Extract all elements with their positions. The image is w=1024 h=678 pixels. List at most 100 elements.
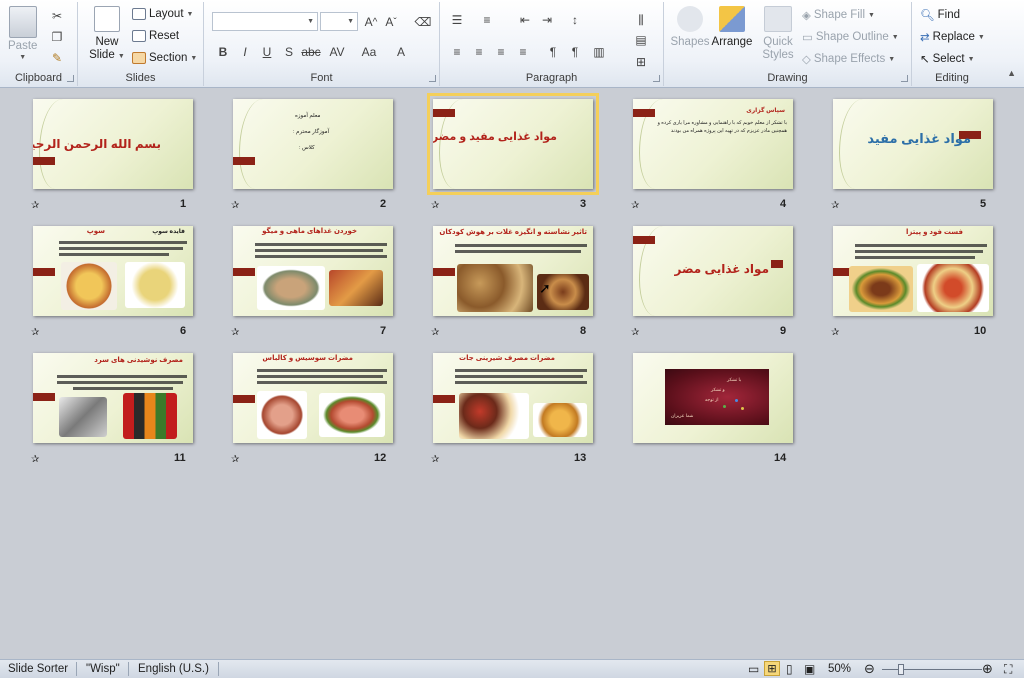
transition-star-icon[interactable]: ✰ (631, 327, 639, 338)
slideshow-view-icon[interactable]: ▣ (804, 662, 815, 676)
slide-thumbnail-4[interactable]: سپاس گزاری با تشکر از معلم خوبم که با را… (633, 99, 793, 189)
columns-icon[interactable]: ▥ (590, 44, 608, 60)
slide-thumbnail-12[interactable]: مضرات سوسیس و کالباس (233, 353, 393, 443)
slide-number: 2 (380, 198, 387, 210)
slide-thumbnail-13[interactable]: مضرات مصرف شیرینی جات (433, 353, 593, 443)
transition-star-icon[interactable]: ✰ (31, 327, 39, 338)
zoom-slider-handle[interactable] (898, 664, 904, 675)
line-spacing-icon[interactable]: ↕ (566, 12, 584, 28)
slide-thumbnail-9[interactable]: مواد غذایی مضر (633, 226, 793, 316)
slide-thumbnail-14[interactable]: با تشکر و تشکر از توجه شما عزیزان (633, 353, 793, 443)
underline-icon[interactable]: U (258, 44, 276, 60)
paste-button[interactable]: Paste ▼ (8, 6, 37, 61)
bold-icon[interactable]: B (214, 44, 232, 60)
zoom-level[interactable]: 50% (828, 663, 851, 675)
slides-group-label: Slides (125, 72, 156, 84)
slide-title: سپاس گزاری (746, 108, 785, 114)
status-separator (218, 662, 219, 676)
shapes-button[interactable]: Shapes (670, 6, 710, 49)
slide-thumbnail-8[interactable]: تاثیر نشاسته و انگیزه غلات بر هوش کودکان… (433, 226, 593, 316)
language[interactable]: English (U.S.) (138, 663, 209, 675)
quick-styles-button[interactable]: Quick Styles (758, 6, 798, 62)
strikethrough-icon[interactable]: abc (301, 44, 320, 60)
section-button[interactable]: Section ▼ (132, 52, 197, 64)
transition-star-icon[interactable]: ✰ (31, 200, 39, 211)
shape-outline-button[interactable]: ▭ Shape Outline ▼ (802, 30, 899, 44)
justify-icon[interactable]: ≡ (514, 44, 532, 60)
font-launcher-icon[interactable] (429, 75, 436, 82)
slide-thumbnail-2[interactable]: معلم آموزه آموزگار محترم : کلاس : (233, 99, 393, 189)
grow-font-icon[interactable]: A ^ (362, 14, 380, 30)
slide-sorter-pane[interactable]: بسم الله الرحمن الرحيم ✰ 1 معلم آموزه آم… (0, 89, 1024, 659)
increase-indent-icon[interactable]: ⇥ (538, 12, 556, 28)
zoom-in-icon[interactable]: ⊕ (982, 661, 993, 677)
transition-star-icon[interactable]: ✰ (431, 327, 439, 338)
slide-thumbnail-7[interactable]: خوردن غذاهای ماهی و میگو (233, 226, 393, 316)
clear-formatting-icon[interactable]: ⌫ (414, 14, 432, 30)
format-painter-icon[interactable]: ✎ (48, 50, 66, 66)
italic-icon[interactable]: I (236, 44, 254, 60)
transition-star-icon[interactable]: ✰ (831, 200, 839, 211)
transition-star-icon[interactable]: ✰ (231, 200, 239, 211)
align-text-icon[interactable]: ▤ (632, 32, 650, 48)
mouse-cursor-icon: ➚ (539, 280, 551, 296)
font-color-icon[interactable]: A (392, 44, 410, 60)
align-left-icon[interactable]: ≡ (448, 44, 466, 60)
drawing-launcher-icon[interactable] (901, 75, 908, 82)
transition-star-icon[interactable]: ✰ (631, 200, 639, 211)
burger-image (849, 266, 913, 312)
cut-icon[interactable]: ✂ (48, 8, 66, 24)
rtl-icon[interactable]: ¶ (544, 44, 562, 60)
smartart-icon[interactable]: ⊞ (632, 54, 650, 70)
slide-thumbnail-1[interactable]: بسم الله الرحمن الرحيم (33, 99, 193, 189)
shape-effects-button[interactable]: ◇ Shape Effects ▼ (802, 52, 895, 66)
shrink-font-icon[interactable]: Aˇ (382, 14, 400, 30)
character-spacing-icon[interactable]: AV (328, 44, 346, 60)
slide-text-line (855, 256, 975, 259)
slide-thumbnail-6[interactable]: سوپ فایده سوپ (33, 226, 193, 316)
align-right-icon[interactable]: ≡ (492, 44, 510, 60)
change-case-icon[interactable]: Aa (360, 44, 378, 60)
transition-star-icon[interactable]: ✰ (31, 454, 39, 465)
bullets-icon[interactable]: ☰ (448, 12, 466, 28)
zoom-out-icon[interactable]: ⊖ (864, 661, 875, 677)
slide-sorter-view-icon[interactable]: ⊞ (764, 661, 780, 676)
fit-to-window-icon[interactable]: ⛶ (1004, 662, 1012, 677)
ribbon: Paste ▼ ✂ ❐ ✎ Clipboard New Slide ▼ Layou… (0, 0, 1024, 88)
reading-view-icon[interactable]: ▯ (786, 662, 793, 676)
slide-thumbnail-5[interactable]: مواد غذایی مفید (833, 99, 993, 189)
zoom-slider-track[interactable] (882, 669, 982, 670)
shape-fill-button[interactable]: ◈ Shape Fill ▼ (802, 8, 875, 22)
arrange-button[interactable]: Arrange (710, 6, 754, 49)
find-button[interactable]: 🔍︎ Find (920, 8, 960, 22)
reset-button[interactable]: Reset (132, 30, 179, 42)
numbering-icon[interactable]: ≡ (478, 12, 496, 28)
transition-star-icon[interactable]: ✰ (831, 327, 839, 338)
ltr-icon[interactable]: ¶ (566, 44, 584, 60)
transition-star-icon[interactable]: ✰ (231, 454, 239, 465)
slide-text-line (59, 247, 183, 250)
clipboard-launcher-icon[interactable] (67, 75, 74, 82)
slide-number: 12 (374, 452, 387, 464)
collapse-ribbon-icon[interactable]: ▲ (1007, 68, 1016, 78)
shadow-icon[interactable]: S (280, 44, 298, 60)
paragraph-launcher-icon[interactable] (653, 75, 660, 82)
text-direction-icon[interactable]: ⫼ (632, 12, 650, 28)
replace-button[interactable]: ⇄ Replace ▼ (920, 30, 985, 44)
copy-icon[interactable]: ❐ (48, 29, 66, 45)
align-center-icon[interactable]: ≡ (470, 44, 488, 60)
slide-thumbnail-3[interactable]: مواد غذایی مفید و مضر (427, 93, 599, 195)
theme-name[interactable]: "Wisp" (86, 663, 120, 675)
transition-star-icon[interactable]: ✰ (431, 200, 439, 211)
slide-thumbnail-11[interactable]: مصرف نوشیدنی های سرد (33, 353, 193, 443)
font-size-input[interactable]: ▼ (320, 12, 358, 31)
decrease-indent-icon[interactable]: ⇤ (516, 12, 534, 28)
layout-button[interactable]: Layout ▼ (132, 8, 193, 20)
transition-star-icon[interactable]: ✰ (431, 454, 439, 465)
slide-thumbnail-10[interactable]: فست فود و پیتزا (833, 226, 993, 316)
new-slide-button[interactable]: New Slide ▼ (88, 6, 126, 63)
select-button[interactable]: ↖ Select ▼ (920, 52, 975, 66)
font-name-input[interactable]: ▼ (212, 12, 318, 31)
normal-view-icon[interactable]: ▭ (748, 662, 759, 676)
transition-star-icon[interactable]: ✰ (231, 327, 239, 338)
